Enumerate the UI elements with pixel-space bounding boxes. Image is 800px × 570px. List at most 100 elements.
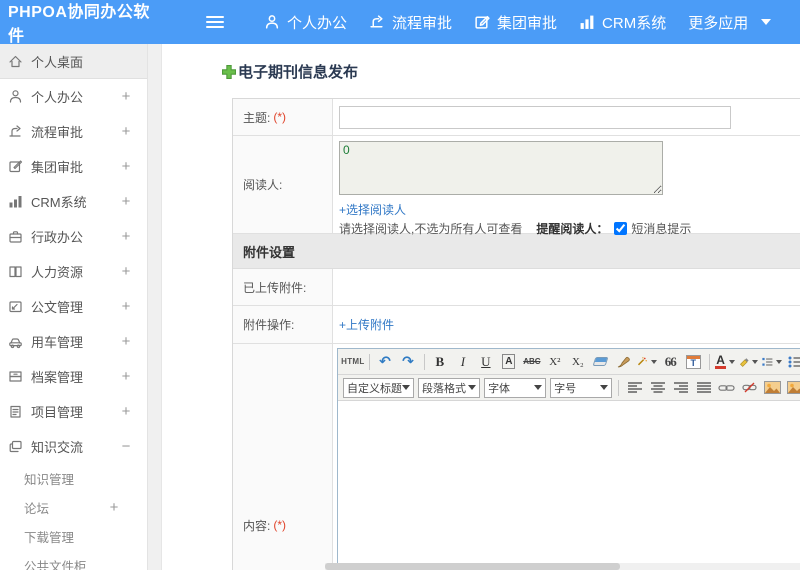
horizontal-scrollbar[interactable] bbox=[325, 563, 800, 570]
sidebar-item-crm[interactable]: CRM系统 + bbox=[0, 184, 147, 219]
paragraph-format-select[interactable]: 段落格式 bbox=[418, 377, 481, 398]
html-source-button[interactable]: HTML bbox=[341, 351, 364, 372]
heading-style-select[interactable]: 自定义标题 bbox=[343, 377, 414, 398]
choose-readers-link[interactable]: +选择阅读人 bbox=[339, 201, 406, 218]
expand-toggle[interactable]: + bbox=[107, 499, 121, 516]
link-icon bbox=[718, 384, 735, 391]
font-color-button[interactable]: A bbox=[715, 351, 736, 372]
caret-down-icon bbox=[650, 359, 657, 364]
insert-multi-image-button[interactable] bbox=[785, 377, 800, 398]
font-style-button[interactable]: A bbox=[498, 351, 519, 372]
nav-group-approval[interactable]: 集团审批 bbox=[463, 0, 568, 44]
expand-toggle[interactable]: + bbox=[119, 88, 133, 105]
editor-content-area[interactable] bbox=[338, 401, 800, 570]
italic-button[interactable]: I bbox=[452, 351, 473, 372]
expand-toggle[interactable]: + bbox=[119, 263, 133, 280]
align-right-button[interactable] bbox=[670, 377, 691, 398]
sidebar-item-document-mgmt[interactable]: 公文管理 + bbox=[0, 289, 147, 324]
sidebar-item-download-mgmt[interactable]: 下载管理 bbox=[0, 522, 147, 551]
top-header: PHPOA协同办公软件 个人办公 流程审批 集团审批 CRM系统 更多应用 bbox=[0, 0, 800, 45]
sidebar-item-archive-mgmt[interactable]: 档案管理 + bbox=[0, 359, 147, 394]
sidebar-item-personal-desktop[interactable]: 个人桌面 bbox=[0, 44, 147, 79]
readers-row: 阅读人: 0 +选择阅读人 请选择阅读人,不选为所有人可查看 提醒阅读人： 短消… bbox=[233, 136, 800, 236]
quick-format-button[interactable] bbox=[636, 351, 657, 372]
ordered-list-icon bbox=[762, 357, 773, 366]
page-title: 电子期刊信息发布 bbox=[238, 64, 359, 81]
redo-button[interactable]: ↷ bbox=[398, 351, 419, 372]
nav-crm[interactable]: CRM系统 bbox=[568, 0, 677, 44]
ordered-list-button[interactable] bbox=[761, 351, 783, 372]
align-center-icon bbox=[650, 382, 665, 393]
highlight-color-button[interactable] bbox=[738, 351, 759, 372]
undo-button[interactable]: ↶ bbox=[375, 351, 396, 372]
expand-toggle[interactable]: + bbox=[119, 193, 133, 210]
expand-toggle[interactable]: + bbox=[119, 158, 133, 175]
readers-label: 阅读人: bbox=[233, 136, 333, 233]
attachment-action-row: 附件操作: +上传附件 bbox=[233, 306, 800, 344]
sidebar-item-vehicle-mgmt[interactable]: 用车管理 + bbox=[0, 324, 147, 359]
readers-textarea[interactable]: 0 bbox=[339, 141, 663, 195]
align-left-button[interactable] bbox=[624, 377, 645, 398]
expand-toggle[interactable]: + bbox=[119, 368, 133, 385]
sidebar-item-knowledge-mgmt[interactable]: 知识管理 bbox=[0, 464, 147, 493]
superscript-button[interactable]: X² bbox=[544, 351, 565, 372]
chat-icon bbox=[7, 439, 24, 454]
collapse-toggle[interactable]: − bbox=[119, 438, 133, 455]
attachment-section-header: 附件设置 bbox=[233, 234, 800, 269]
subject-input[interactable] bbox=[339, 105, 731, 129]
font-size-select[interactable]: 字号 bbox=[550, 377, 613, 398]
scrollbar-thumb[interactable] bbox=[325, 563, 620, 570]
format-painter-button[interactable] bbox=[613, 351, 634, 372]
paste-text-icon: T bbox=[685, 354, 701, 369]
expand-toggle[interactable]: + bbox=[119, 298, 133, 315]
paste-text-button[interactable]: T bbox=[683, 351, 704, 372]
caret-down-icon bbox=[402, 385, 410, 390]
unordered-list-button[interactable] bbox=[785, 351, 800, 372]
publish-form: 主题: (*) 阅读人: 0 +选择阅读人 请选择阅读人,不选为所有人可查看 提醒… bbox=[232, 98, 800, 570]
nav-personal-office[interactable]: 个人办公 bbox=[253, 0, 358, 44]
bold-button[interactable]: B bbox=[429, 351, 450, 372]
attachment-action-label: 附件操作: bbox=[233, 306, 333, 343]
caret-down-icon bbox=[776, 359, 783, 364]
sidebar-item-group-approval[interactable]: 集团审批 + bbox=[0, 149, 147, 184]
sidebar-item-project-mgmt[interactable]: 项目管理 + bbox=[0, 394, 147, 429]
unordered-list-icon bbox=[788, 356, 800, 367]
subscript-button[interactable]: X₂ bbox=[567, 351, 588, 372]
hamburger-menu-button[interactable] bbox=[195, 0, 235, 44]
blockquote-button[interactable]: 66 bbox=[660, 351, 681, 372]
underline-button[interactable]: U bbox=[475, 351, 496, 372]
unlink-icon bbox=[742, 382, 757, 393]
sidebar-item-public-file-cabinet[interactable]: 公共文件柜 bbox=[0, 551, 147, 570]
eraser-icon bbox=[592, 357, 609, 366]
insert-link-button[interactable] bbox=[716, 377, 737, 398]
sms-notify-checkbox[interactable] bbox=[614, 222, 628, 235]
sidebar-item-admin-office[interactable]: 行政办公 + bbox=[0, 219, 147, 254]
readers-note-text: 请选择阅读人,不选为所有人可查看 bbox=[339, 222, 523, 236]
document-icon bbox=[7, 299, 24, 314]
remove-format-button[interactable] bbox=[590, 351, 611, 372]
subject-row: 主题: (*) bbox=[233, 99, 800, 136]
sidebar-gutter bbox=[148, 44, 162, 570]
expand-toggle[interactable]: + bbox=[119, 123, 133, 140]
nav-more-apps[interactable]: 更多应用 bbox=[677, 0, 782, 44]
sidebar-item-knowledge-exchange[interactable]: 知识交流 − bbox=[0, 429, 147, 464]
align-justify-button[interactable] bbox=[693, 377, 714, 398]
sidebar-item-personal-office[interactable]: 个人办公 + bbox=[0, 79, 147, 114]
upload-attachment-link[interactable]: +上传附件 bbox=[339, 316, 394, 333]
align-center-button[interactable] bbox=[647, 377, 668, 398]
sidebar-item-hr[interactable]: 人力资源 + bbox=[0, 254, 147, 289]
nav-workflow-approval[interactable]: 流程审批 bbox=[358, 0, 463, 44]
expand-toggle[interactable]: + bbox=[119, 333, 133, 350]
content-label: 内容: (*) bbox=[233, 344, 333, 570]
expand-toggle[interactable]: + bbox=[119, 403, 133, 420]
editor-toolbar-row-2: 自定义标题 段落格式 字体 字号 bbox=[338, 375, 800, 401]
sidebar-item-workflow-approval[interactable]: 流程审批 + bbox=[0, 114, 147, 149]
expand-toggle[interactable]: + bbox=[119, 228, 133, 245]
remove-link-button[interactable] bbox=[739, 377, 760, 398]
sidebar-item-forum[interactable]: 论坛 + bbox=[0, 493, 147, 522]
insert-image-button[interactable] bbox=[762, 377, 783, 398]
font-family-select[interactable]: 字体 bbox=[484, 377, 547, 398]
strikethrough-button[interactable]: ABC bbox=[521, 351, 542, 372]
subject-label: 主题: (*) bbox=[233, 99, 333, 135]
highlighter-icon bbox=[739, 357, 749, 367]
